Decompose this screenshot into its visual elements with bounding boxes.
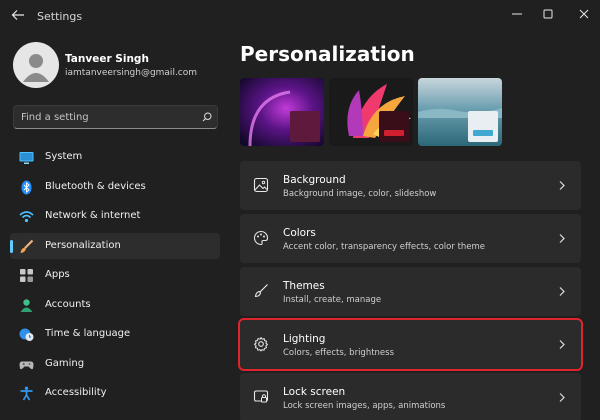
brush-icon [254, 284, 268, 298]
card-colors[interactable]: Colors Accent color, transparency effect… [240, 214, 581, 263]
sidebar-item-apps[interactable]: Apps [10, 262, 220, 288]
close-icon[interactable] [576, 6, 592, 22]
user-name: Tanveer Singh [65, 53, 149, 65]
card-title: Colors [283, 227, 316, 239]
minimize-icon[interactable] [509, 6, 525, 22]
sidebar-item-label: Network & internet [45, 210, 141, 221]
theme-preview-image [329, 78, 413, 146]
chevron-right-icon [559, 181, 565, 190]
apps-icon [20, 269, 33, 282]
selection-indicator [10, 239, 13, 253]
wifi-icon [19, 211, 34, 223]
sidebar-item-personalization[interactable]: Personalization [10, 232, 220, 259]
card-lighting[interactable]: Lighting Colors, effects, brightness [238, 318, 583, 371]
theme-preview[interactable] [418, 78, 502, 146]
theme-preview[interactable] [329, 78, 413, 146]
card-title: Lock screen [283, 386, 346, 398]
card-lock-screen[interactable]: Lock screen Lock screen images, apps, an… [240, 373, 581, 420]
user-email: iamtanveersingh@gmail.com [65, 68, 198, 78]
avatar[interactable] [13, 42, 59, 88]
chevron-right-icon [559, 393, 565, 402]
monitor-icon [19, 152, 34, 164]
search-box[interactable] [13, 105, 218, 129]
card-subtitle: Install, create, manage [283, 295, 382, 305]
sidebar-item-bluetooth[interactable]: Bluetooth & devices [10, 174, 220, 200]
sidebar-item-label: Gaming [45, 357, 85, 369]
sidebar-item-label: System [45, 151, 83, 162]
card-title: Background [283, 174, 346, 186]
theme-preview-image [418, 78, 502, 146]
chevron-right-icon [559, 340, 565, 349]
card-themes[interactable]: Themes Install, create, manage [240, 267, 581, 316]
sidebar-item-label: Apps [45, 269, 70, 280]
gear-icon [254, 337, 268, 352]
sidebar-item-label: Bluetooth & devices [45, 180, 146, 192]
bluetooth-icon [21, 180, 32, 194]
paintbrush-icon [20, 239, 34, 253]
person-icon [23, 54, 49, 82]
app-title: Settings [37, 10, 83, 23]
card-background[interactable]: Background Background image, color, slid… [240, 161, 581, 210]
sidebar-item-label: Accessibility [45, 387, 107, 398]
maximize-icon[interactable] [540, 6, 556, 22]
title-bar: Settings [0, 0, 600, 30]
search-icon[interactable] [202, 112, 212, 122]
card-subtitle: Lock screen images, apps, animations [283, 401, 446, 411]
card-subtitle: Background image, color, slideshow [283, 189, 437, 199]
theme-preview[interactable] [240, 78, 324, 146]
page-title: Personalization [240, 42, 415, 66]
clock-globe-icon [19, 328, 34, 341]
sidebar-item-accounts[interactable]: Accounts [10, 292, 220, 318]
chevron-right-icon [559, 287, 565, 296]
card-title: Lighting [283, 333, 326, 345]
person-icon [20, 298, 33, 312]
back-arrow-icon[interactable] [11, 9, 25, 21]
lock-screen-icon [253, 390, 269, 403]
sidebar-item-label: Time & language [45, 328, 131, 339]
sidebar-item-accessibility[interactable]: Accessibility [10, 380, 220, 406]
sidebar-item-system[interactable]: System [10, 144, 220, 170]
chevron-right-icon [559, 234, 565, 243]
image-icon [253, 177, 269, 193]
sidebar-item-label: Accounts [45, 298, 91, 310]
sidebar-item-network[interactable]: Network & internet [10, 203, 220, 229]
sidebar-item-gaming[interactable]: Gaming [10, 351, 220, 377]
sidebar-item-label: Personalization [45, 239, 121, 251]
theme-preview-image [240, 78, 324, 146]
card-subtitle: Accent color, transparency effects, colo… [283, 242, 486, 252]
palette-icon [253, 230, 269, 246]
gamepad-icon [19, 361, 34, 369]
sidebar-item-time-language[interactable]: Time & language [10, 321, 220, 347]
accessibility-icon [20, 386, 33, 401]
card-title: Themes [283, 280, 325, 292]
search-input[interactable] [14, 106, 192, 128]
sidebar-nav: System Bluetooth & devices Network & int… [10, 144, 220, 410]
card-subtitle: Colors, effects, brightness [283, 348, 395, 358]
